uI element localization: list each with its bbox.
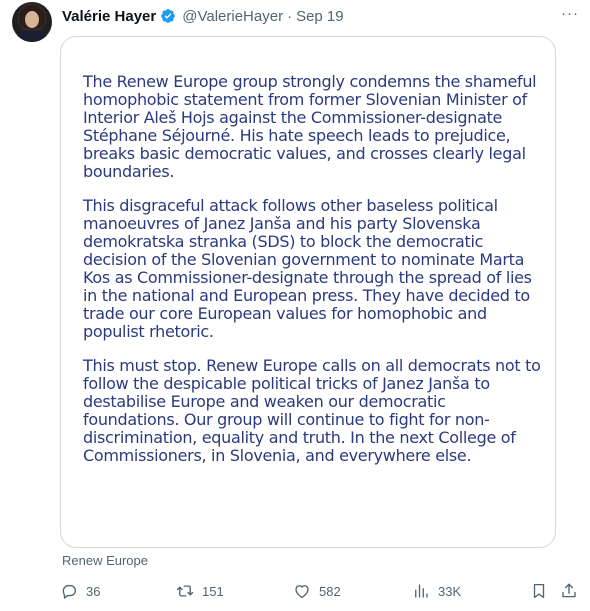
verified-badge-icon [161, 9, 176, 23]
like-button[interactable]: 582 [293, 580, 341, 602]
statement-paragraph-3: This must stop. Renew Europe calls on al… [83, 356, 541, 465]
statement-paragraph-2: This disgraceful attack follows other ba… [83, 196, 532, 341]
author-handle[interactable]: @ValerieHayer [182, 8, 283, 25]
more-icon[interactable]: ··· [560, 4, 580, 22]
tweet-date[interactable]: Sep 19 [296, 8, 344, 25]
tweet-header: Valérie Hayer @ValerieHayer · Sep 19 [62, 6, 344, 26]
reply-icon [62, 584, 76, 599]
avatar[interactable] [12, 2, 52, 42]
avatar-coat [16, 30, 48, 42]
like-icon [295, 585, 309, 599]
reply-button[interactable]: 36 [60, 580, 100, 602]
repost-icon [176, 585, 194, 597]
media-image-card[interactable]: The Renew Europe group strongly condemns… [60, 36, 556, 548]
statement-paragraph-1: The Renew Europe group strongly condemns… [83, 72, 537, 181]
statement-text: The Renew Europe group strongly condemns… [83, 73, 543, 481]
views-count: 33K [438, 583, 462, 599]
action-bar: 36 151 582 33K [60, 580, 580, 602]
views-button[interactable]: 33K [412, 580, 461, 602]
views-icon [415, 584, 428, 598]
source-label[interactable]: Renew Europe [62, 553, 148, 568]
repost-button[interactable]: 151 [176, 580, 224, 602]
separator-dot: · [287, 7, 293, 25]
share-button[interactable] [560, 580, 578, 602]
like-count: 582 [319, 583, 341, 599]
avatar-face [25, 11, 39, 28]
author-name[interactable]: Valérie Hayer [62, 8, 156, 25]
repost-count: 151 [202, 583, 224, 599]
bookmark-button[interactable] [530, 580, 548, 602]
share-icon [562, 583, 576, 598]
bookmark-icon [533, 583, 545, 599]
reply-count: 36 [86, 583, 101, 599]
